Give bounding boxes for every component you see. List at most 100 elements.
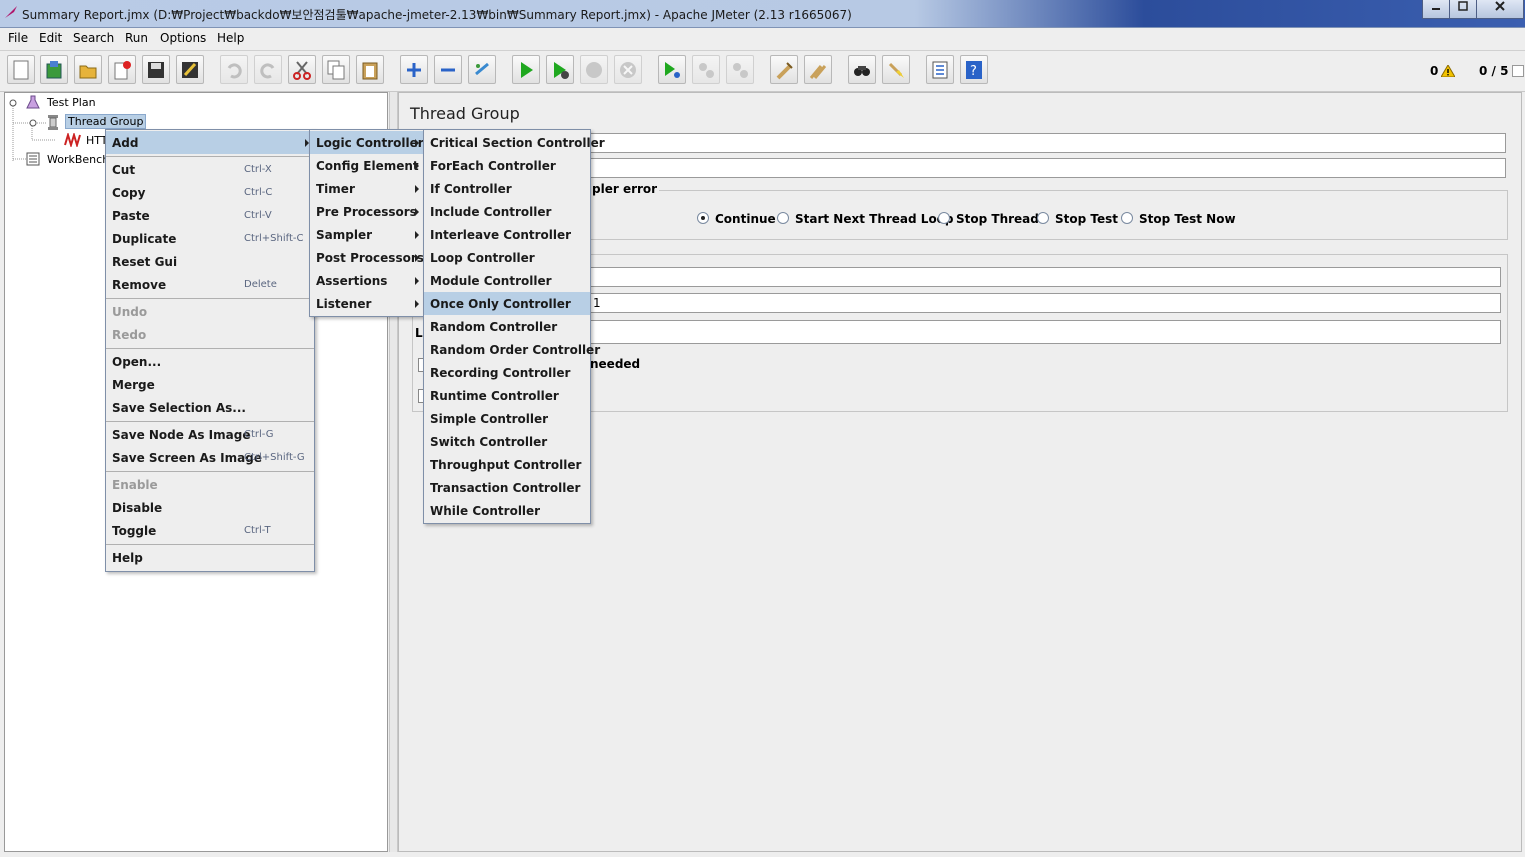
- paste-button[interactable]: [356, 55, 384, 84]
- search-button[interactable]: [848, 55, 876, 84]
- remote-start-button[interactable]: [658, 55, 686, 84]
- save-as-button[interactable]: [176, 55, 204, 84]
- menu-item-redo[interactable]: Redo: [106, 323, 314, 346]
- menu-edit[interactable]: Edit: [39, 31, 62, 45]
- name-field[interactable]: [588, 133, 1506, 153]
- radio-dot: [777, 212, 789, 224]
- logic-item-runtime-controller[interactable]: Runtime Controller: [424, 384, 590, 407]
- start-no-pause-button[interactable]: [546, 55, 574, 84]
- menu-item-toggle[interactable]: Toggle Ctrl-T: [106, 519, 314, 542]
- tree-node-thread-group[interactable]: Thread Group: [65, 114, 147, 129]
- comments-field[interactable]: [588, 158, 1506, 178]
- radio-continue[interactable]: Continue: [697, 212, 776, 226]
- close-plan-button[interactable]: [108, 55, 136, 84]
- menu-item-disable[interactable]: Disable: [106, 496, 314, 519]
- menu-item-paste[interactable]: Paste Ctrl-V: [106, 204, 314, 227]
- loop-count-field[interactable]: [588, 320, 1501, 344]
- expand-all-button[interactable]: [400, 55, 428, 84]
- logic-item-transaction-controller[interactable]: Transaction Controller: [424, 476, 590, 499]
- menu-item-reset-gui[interactable]: Reset Gui: [106, 250, 314, 273]
- save-button[interactable]: [142, 55, 170, 84]
- submenu-item-config-element[interactable]: Config Element: [310, 154, 424, 177]
- shutdown-icon: [620, 62, 636, 78]
- toggle-button[interactable]: [468, 55, 496, 84]
- submenu-item-sampler[interactable]: Sampler: [310, 223, 424, 246]
- menu-item-duplicate[interactable]: Duplicate Ctrl+Shift-C: [106, 227, 314, 250]
- clear-button[interactable]: [770, 55, 798, 84]
- reset-search-button[interactable]: [882, 55, 910, 84]
- logic-item-while-controller[interactable]: While Controller: [424, 499, 590, 522]
- menu-item-shortcut: Ctrl-X: [244, 164, 272, 175]
- redo-button[interactable]: [254, 55, 282, 84]
- menu-item-add[interactable]: Add: [106, 131, 314, 154]
- remote-stop-button[interactable]: [692, 55, 720, 84]
- logic-item-switch-controller[interactable]: Switch Controller: [424, 430, 590, 453]
- logic-item-foreach-controller[interactable]: ForEach Controller: [424, 154, 590, 177]
- minimize-button[interactable]: [1422, 0, 1450, 19]
- help-button[interactable]: ?: [960, 55, 988, 84]
- radio-start-next-thread-loop[interactable]: Start Next Thread Loop: [777, 212, 954, 226]
- submenu-item-timer[interactable]: Timer: [310, 177, 424, 200]
- menu-item-save-screen-as-image[interactable]: Save Screen As Image Ctrl+Shift-G: [106, 446, 314, 469]
- menu-item-remove[interactable]: Remove Delete: [106, 273, 314, 296]
- stop-button[interactable]: [580, 55, 608, 84]
- submenu-item-assertions[interactable]: Assertions: [310, 269, 424, 292]
- menu-item-save-node-as-image[interactable]: Save Node As Image Ctrl-G: [106, 423, 314, 446]
- menu-item-help[interactable]: Help: [106, 546, 314, 569]
- tree-node-test-plan[interactable]: Test Plan: [47, 96, 96, 109]
- tree-node-workbench[interactable]: WorkBench: [47, 153, 109, 166]
- menu-item-copy[interactable]: Copy Ctrl-C: [106, 181, 314, 204]
- logic-item-recording-controller[interactable]: Recording Controller: [424, 361, 590, 384]
- close-button[interactable]: [1476, 0, 1524, 19]
- start-button[interactable]: [512, 55, 540, 84]
- logic-item-loop-controller[interactable]: Loop Controller: [424, 246, 590, 269]
- menu-file[interactable]: File: [8, 31, 28, 45]
- ramp-up-field[interactable]: 1: [588, 293, 1501, 313]
- remote-shutdown-button[interactable]: [726, 55, 754, 84]
- undo-button[interactable]: [220, 55, 248, 84]
- logic-item-throughput-controller[interactable]: Throughput Controller: [424, 453, 590, 476]
- logic-item-interleave-controller[interactable]: Interleave Controller: [424, 223, 590, 246]
- submenu-item-listener[interactable]: Listener: [310, 292, 424, 315]
- menu-item-cut[interactable]: Cut Ctrl-X: [106, 158, 314, 181]
- menu-item-merge[interactable]: Merge: [106, 373, 314, 396]
- menu-item-save-selection-as[interactable]: Save Selection As...: [106, 396, 314, 419]
- menu-item-label: Assertions: [316, 274, 388, 288]
- collapse-all-button[interactable]: [434, 55, 462, 84]
- logic-item-simple-controller[interactable]: Simple Controller: [424, 407, 590, 430]
- radio-stop-thread[interactable]: Stop Thread: [938, 212, 1039, 226]
- shutdown-button[interactable]: [614, 55, 642, 84]
- open-button[interactable]: [74, 55, 102, 84]
- menu-options[interactable]: Options: [160, 31, 206, 45]
- submenu-item-post-processors[interactable]: Post Processors: [310, 246, 424, 269]
- logic-item-critical-section-controller[interactable]: Critical Section Controller: [424, 131, 605, 154]
- remote-shutdown-icon: [733, 63, 748, 78]
- maximize-button[interactable]: [1449, 0, 1477, 19]
- logic-item-include-controller[interactable]: Include Controller: [424, 200, 590, 223]
- logic-item-module-controller[interactable]: Module Controller: [424, 269, 590, 292]
- menu-item-enable[interactable]: Enable: [106, 473, 314, 496]
- radio-stop-test-now[interactable]: Stop Test Now: [1121, 212, 1236, 226]
- logic-item-random-controller[interactable]: Random Controller: [424, 315, 590, 338]
- copy-button[interactable]: [322, 55, 350, 84]
- logic-item-random-order-controller[interactable]: Random Order Controller: [424, 338, 600, 361]
- menu-item-undo[interactable]: Undo: [106, 300, 314, 323]
- cut-button[interactable]: [288, 55, 316, 84]
- menu-item-open[interactable]: Open...: [106, 350, 314, 373]
- new-button[interactable]: [7, 55, 35, 84]
- menu-search[interactable]: Search: [73, 31, 114, 45]
- num-threads-field[interactable]: [588, 267, 1501, 287]
- warning-icon[interactable]: [1441, 65, 1455, 77]
- clear-all-button[interactable]: [804, 55, 832, 84]
- logic-item-if-controller[interactable]: If Controller: [424, 177, 590, 200]
- radio-stop-test[interactable]: Stop Test: [1037, 212, 1118, 226]
- menu-separator: [106, 156, 314, 157]
- function-helper-button[interactable]: [926, 55, 954, 84]
- templates-button[interactable]: [40, 55, 68, 84]
- submenu-item-logic-controller[interactable]: Logic Controller: [310, 131, 424, 154]
- submenu-item-pre-processors[interactable]: Pre Processors: [310, 200, 424, 223]
- logic-item-once-only-controller[interactable]: Once Only Controller: [424, 292, 590, 315]
- new-icon: [13, 60, 29, 80]
- menu-run[interactable]: Run: [125, 31, 148, 45]
- menu-help[interactable]: Help: [217, 31, 244, 45]
